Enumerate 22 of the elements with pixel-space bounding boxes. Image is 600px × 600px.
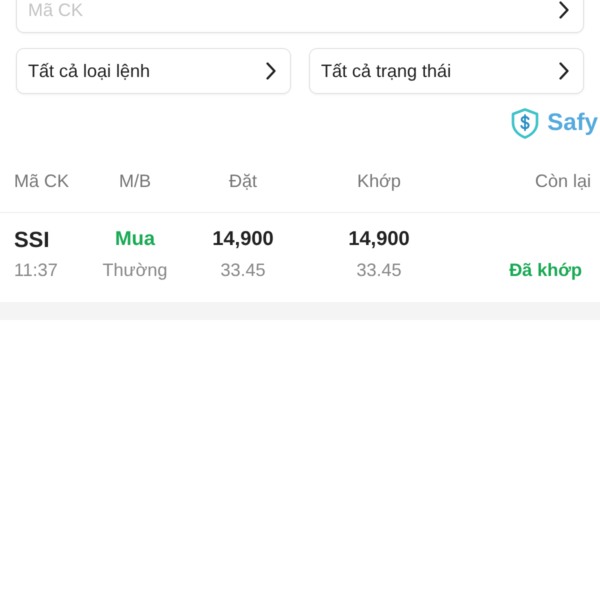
- chevron-right-icon: [559, 1, 569, 19]
- stock-symbol: SSI: [14, 226, 50, 252]
- column-header: Mã CK: [14, 170, 70, 192]
- order-type: Thường: [102, 260, 168, 280]
- order-side: Mua: [115, 228, 155, 251]
- shield-dollar-icon: [511, 108, 540, 138]
- order-status: Đã khớp: [509, 260, 582, 280]
- matched-price: 14,900: [348, 228, 410, 251]
- chevron-right-icon: [559, 62, 569, 80]
- column-header: Còn lại: [534, 170, 591, 192]
- matched-volume: 33.45: [356, 260, 402, 280]
- order-price: 14,900: [212, 228, 274, 251]
- search-field[interactable]: Mã CK: [16, 0, 584, 33]
- filter-dropdown[interactable]: Tất cả trạng thái: [309, 48, 584, 94]
- chevron-right-icon: [266, 62, 276, 80]
- column-header: Khớp: [357, 170, 401, 192]
- brand-name: Safy: [547, 109, 598, 137]
- filter-dropdown[interactable]: Tất cả loại lệnh: [16, 48, 291, 94]
- order-time: 11:37: [14, 260, 58, 280]
- column-header: Đặt: [228, 170, 257, 192]
- order-volume: 33.45: [220, 260, 266, 280]
- column-header: M/B: [118, 170, 151, 192]
